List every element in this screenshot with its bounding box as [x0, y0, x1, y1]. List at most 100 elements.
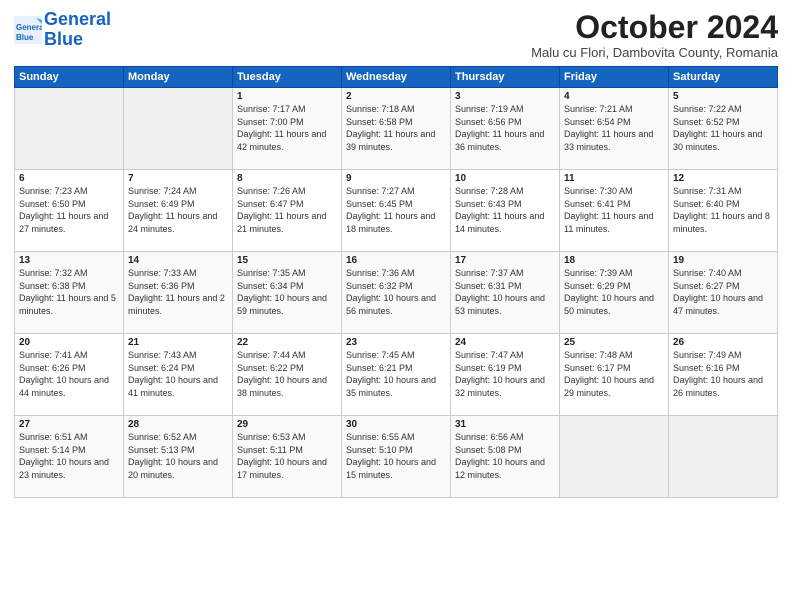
- day-number: 30: [346, 419, 446, 430]
- calendar-week-4: 27Sunrise: 6:51 AM Sunset: 5:14 PM Dayli…: [15, 416, 778, 498]
- calendar-cell: [669, 416, 778, 498]
- col-saturday: Saturday: [669, 67, 778, 88]
- calendar-week-2: 13Sunrise: 7:32 AM Sunset: 6:38 PM Dayli…: [15, 252, 778, 334]
- calendar-cell: 21Sunrise: 7:43 AM Sunset: 6:24 PM Dayli…: [124, 334, 233, 416]
- day-detail: Sunrise: 7:23 AM Sunset: 6:50 PM Dayligh…: [19, 185, 119, 235]
- calendar-cell: 28Sunrise: 6:52 AM Sunset: 5:13 PM Dayli…: [124, 416, 233, 498]
- calendar-cell: 11Sunrise: 7:30 AM Sunset: 6:41 PM Dayli…: [560, 170, 669, 252]
- col-thursday: Thursday: [451, 67, 560, 88]
- calendar-cell: 9Sunrise: 7:27 AM Sunset: 6:45 PM Daylig…: [342, 170, 451, 252]
- day-detail: Sunrise: 7:36 AM Sunset: 6:32 PM Dayligh…: [346, 267, 446, 317]
- col-tuesday: Tuesday: [233, 67, 342, 88]
- title-block: October 2024 Malu cu Flori, Dambovita Co…: [531, 10, 778, 60]
- header: General Blue General Blue October 2024 M…: [14, 10, 778, 60]
- day-number: 12: [673, 173, 773, 184]
- day-detail: Sunrise: 7:49 AM Sunset: 6:16 PM Dayligh…: [673, 349, 773, 399]
- day-number: 2: [346, 91, 446, 102]
- day-number: 17: [455, 255, 555, 266]
- col-wednesday: Wednesday: [342, 67, 451, 88]
- calendar-cell: 4Sunrise: 7:21 AM Sunset: 6:54 PM Daylig…: [560, 88, 669, 170]
- day-number: 24: [455, 337, 555, 348]
- day-detail: Sunrise: 7:22 AM Sunset: 6:52 PM Dayligh…: [673, 103, 773, 153]
- day-detail: Sunrise: 7:24 AM Sunset: 6:49 PM Dayligh…: [128, 185, 228, 235]
- day-detail: Sunrise: 7:47 AM Sunset: 6:19 PM Dayligh…: [455, 349, 555, 399]
- day-number: 8: [237, 173, 337, 184]
- day-number: 10: [455, 173, 555, 184]
- day-detail: Sunrise: 7:43 AM Sunset: 6:24 PM Dayligh…: [128, 349, 228, 399]
- day-detail: Sunrise: 7:41 AM Sunset: 6:26 PM Dayligh…: [19, 349, 119, 399]
- calendar-cell: 25Sunrise: 7:48 AM Sunset: 6:17 PM Dayli…: [560, 334, 669, 416]
- month-title: October 2024: [531, 10, 778, 45]
- day-detail: Sunrise: 6:56 AM Sunset: 5:08 PM Dayligh…: [455, 431, 555, 481]
- calendar-cell: 29Sunrise: 6:53 AM Sunset: 5:11 PM Dayli…: [233, 416, 342, 498]
- day-number: 9: [346, 173, 446, 184]
- calendar-cell: 30Sunrise: 6:55 AM Sunset: 5:10 PM Dayli…: [342, 416, 451, 498]
- svg-text:General: General: [16, 23, 42, 32]
- day-number: 31: [455, 419, 555, 430]
- col-sunday: Sunday: [15, 67, 124, 88]
- calendar-cell: 18Sunrise: 7:39 AM Sunset: 6:29 PM Dayli…: [560, 252, 669, 334]
- day-detail: Sunrise: 7:44 AM Sunset: 6:22 PM Dayligh…: [237, 349, 337, 399]
- svg-text:Blue: Blue: [16, 33, 34, 42]
- day-detail: Sunrise: 6:52 AM Sunset: 5:13 PM Dayligh…: [128, 431, 228, 481]
- logo-name-line2: Blue: [44, 30, 111, 50]
- day-number: 16: [346, 255, 446, 266]
- day-number: 15: [237, 255, 337, 266]
- day-detail: Sunrise: 7:48 AM Sunset: 6:17 PM Dayligh…: [564, 349, 664, 399]
- calendar-cell: 3Sunrise: 7:19 AM Sunset: 6:56 PM Daylig…: [451, 88, 560, 170]
- logo-icon: General Blue: [14, 16, 42, 44]
- day-number: 13: [19, 255, 119, 266]
- calendar-cell: 2Sunrise: 7:18 AM Sunset: 6:58 PM Daylig…: [342, 88, 451, 170]
- day-detail: Sunrise: 7:28 AM Sunset: 6:43 PM Dayligh…: [455, 185, 555, 235]
- calendar-cell: 14Sunrise: 7:33 AM Sunset: 6:36 PM Dayli…: [124, 252, 233, 334]
- calendar-cell: 7Sunrise: 7:24 AM Sunset: 6:49 PM Daylig…: [124, 170, 233, 252]
- day-number: 6: [19, 173, 119, 184]
- day-detail: Sunrise: 7:17 AM Sunset: 7:00 PM Dayligh…: [237, 103, 337, 153]
- day-number: 25: [564, 337, 664, 348]
- calendar-cell: 12Sunrise: 7:31 AM Sunset: 6:40 PM Dayli…: [669, 170, 778, 252]
- calendar-cell: 19Sunrise: 7:40 AM Sunset: 6:27 PM Dayli…: [669, 252, 778, 334]
- day-detail: Sunrise: 6:55 AM Sunset: 5:10 PM Dayligh…: [346, 431, 446, 481]
- calendar-cell: 8Sunrise: 7:26 AM Sunset: 6:47 PM Daylig…: [233, 170, 342, 252]
- col-friday: Friday: [560, 67, 669, 88]
- day-detail: Sunrise: 7:33 AM Sunset: 6:36 PM Dayligh…: [128, 267, 228, 317]
- calendar-cell: 24Sunrise: 7:47 AM Sunset: 6:19 PM Dayli…: [451, 334, 560, 416]
- calendar-cell: [15, 88, 124, 170]
- day-detail: Sunrise: 6:51 AM Sunset: 5:14 PM Dayligh…: [19, 431, 119, 481]
- calendar-header: Sunday Monday Tuesday Wednesday Thursday…: [15, 67, 778, 88]
- day-number: 26: [673, 337, 773, 348]
- calendar-cell: 5Sunrise: 7:22 AM Sunset: 6:52 PM Daylig…: [669, 88, 778, 170]
- day-detail: Sunrise: 7:40 AM Sunset: 6:27 PM Dayligh…: [673, 267, 773, 317]
- day-detail: Sunrise: 7:26 AM Sunset: 6:47 PM Dayligh…: [237, 185, 337, 235]
- day-number: 11: [564, 173, 664, 184]
- day-number: 18: [564, 255, 664, 266]
- day-detail: Sunrise: 7:37 AM Sunset: 6:31 PM Dayligh…: [455, 267, 555, 317]
- calendar-week-1: 6Sunrise: 7:23 AM Sunset: 6:50 PM Daylig…: [15, 170, 778, 252]
- day-detail: Sunrise: 7:19 AM Sunset: 6:56 PM Dayligh…: [455, 103, 555, 153]
- calendar-cell: 1Sunrise: 7:17 AM Sunset: 7:00 PM Daylig…: [233, 88, 342, 170]
- calendar-cell: 26Sunrise: 7:49 AM Sunset: 6:16 PM Dayli…: [669, 334, 778, 416]
- day-number: 28: [128, 419, 228, 430]
- calendar-cell: 13Sunrise: 7:32 AM Sunset: 6:38 PM Dayli…: [15, 252, 124, 334]
- calendar-cell: 16Sunrise: 7:36 AM Sunset: 6:32 PM Dayli…: [342, 252, 451, 334]
- calendar-week-3: 20Sunrise: 7:41 AM Sunset: 6:26 PM Dayli…: [15, 334, 778, 416]
- day-detail: Sunrise: 7:32 AM Sunset: 6:38 PM Dayligh…: [19, 267, 119, 317]
- day-number: 3: [455, 91, 555, 102]
- day-detail: Sunrise: 7:39 AM Sunset: 6:29 PM Dayligh…: [564, 267, 664, 317]
- header-row: Sunday Monday Tuesday Wednesday Thursday…: [15, 67, 778, 88]
- day-number: 29: [237, 419, 337, 430]
- day-detail: Sunrise: 7:27 AM Sunset: 6:45 PM Dayligh…: [346, 185, 446, 235]
- day-detail: Sunrise: 7:21 AM Sunset: 6:54 PM Dayligh…: [564, 103, 664, 153]
- day-number: 23: [346, 337, 446, 348]
- day-detail: Sunrise: 6:53 AM Sunset: 5:11 PM Dayligh…: [237, 431, 337, 481]
- calendar-week-0: 1Sunrise: 7:17 AM Sunset: 7:00 PM Daylig…: [15, 88, 778, 170]
- calendar-table: Sunday Monday Tuesday Wednesday Thursday…: [14, 66, 778, 498]
- day-number: 27: [19, 419, 119, 430]
- logo: General Blue General Blue: [14, 10, 111, 50]
- day-detail: Sunrise: 7:31 AM Sunset: 6:40 PM Dayligh…: [673, 185, 773, 235]
- calendar-cell: [560, 416, 669, 498]
- calendar-cell: 17Sunrise: 7:37 AM Sunset: 6:31 PM Dayli…: [451, 252, 560, 334]
- day-detail: Sunrise: 7:45 AM Sunset: 6:21 PM Dayligh…: [346, 349, 446, 399]
- logo-name-line1: General: [44, 10, 111, 30]
- calendar-cell: 31Sunrise: 6:56 AM Sunset: 5:08 PM Dayli…: [451, 416, 560, 498]
